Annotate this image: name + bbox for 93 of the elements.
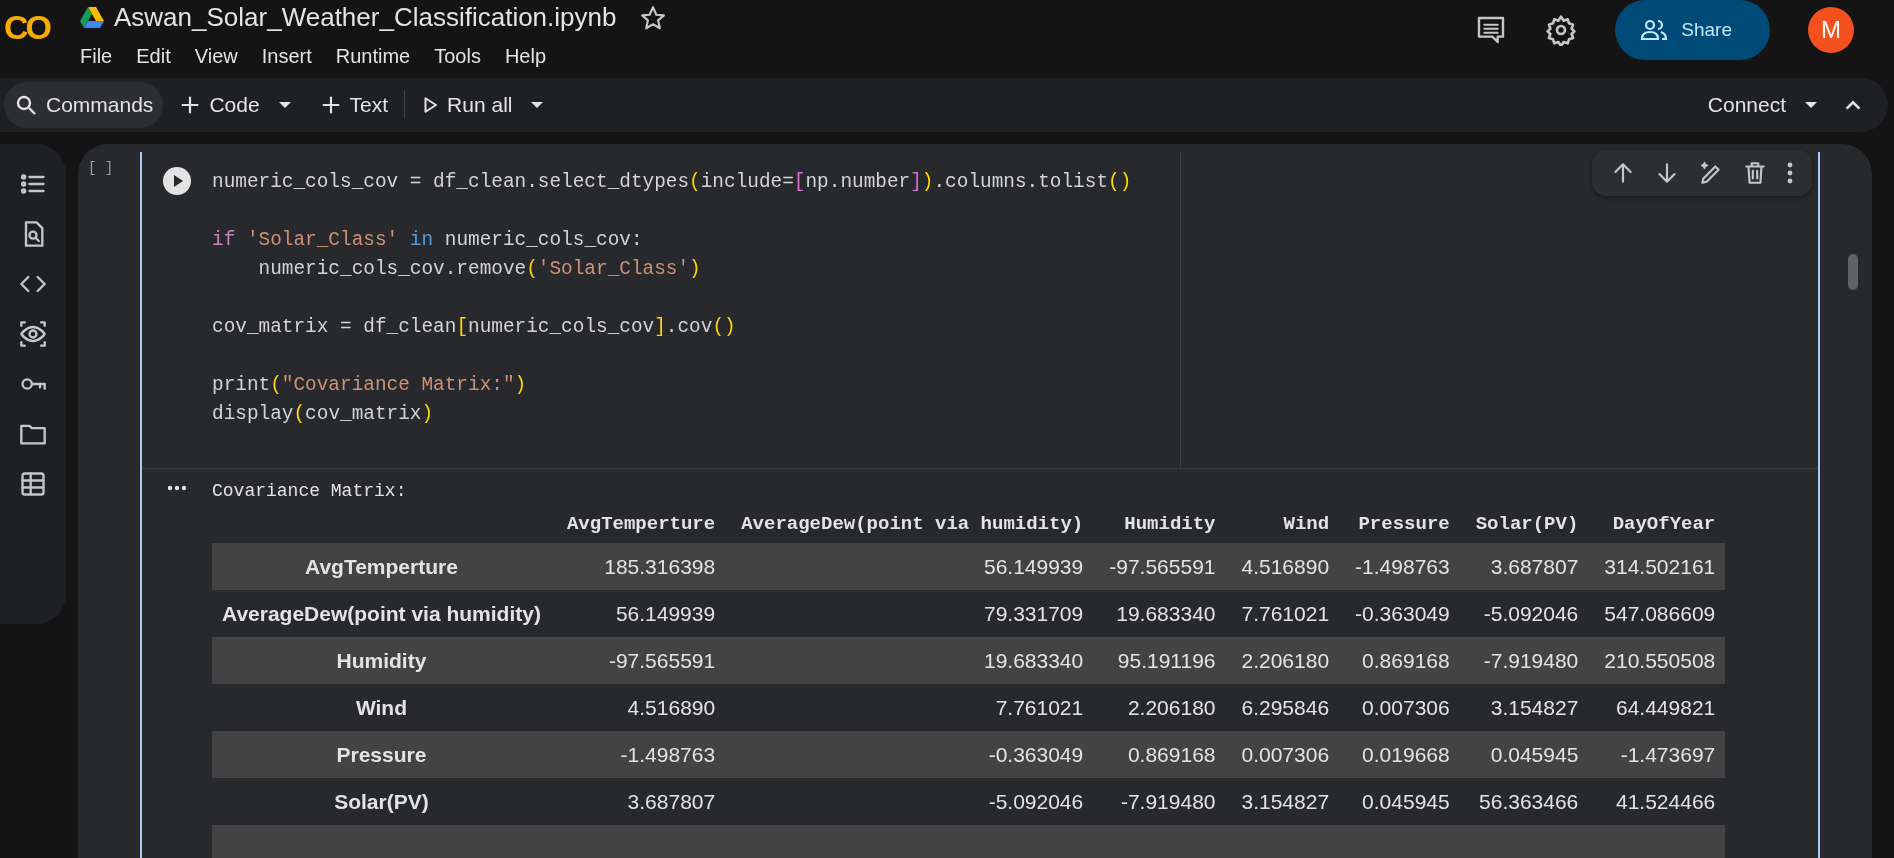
table-cell: -1.498763 bbox=[550, 731, 726, 778]
table-cell: -0.363049 bbox=[1339, 590, 1460, 637]
run-cell-button[interactable] bbox=[162, 166, 192, 196]
menu-item[interactable]: Edit bbox=[124, 43, 183, 70]
column-header: AvgTemperture bbox=[550, 509, 726, 543]
table-cell: 2.206180 bbox=[1093, 684, 1226, 731]
add-text-button[interactable]: Text bbox=[309, 82, 399, 128]
table-cell: -5.092046 bbox=[1459, 590, 1589, 637]
table-cell: 19.683340 bbox=[725, 637, 1094, 684]
connect-button[interactable]: Connect bbox=[1697, 82, 1796, 128]
table-icon[interactable] bbox=[19, 470, 47, 498]
table-cell: 7.761021 bbox=[725, 684, 1094, 731]
table-cell: 95.191196 bbox=[1093, 637, 1226, 684]
star-icon[interactable] bbox=[640, 4, 667, 31]
colab-logo[interactable]: CO bbox=[4, 8, 60, 47]
table-cell: 0.007306 bbox=[1225, 731, 1340, 778]
column-header: DayOfYear bbox=[1588, 509, 1726, 543]
column-header: Wind bbox=[1225, 509, 1340, 543]
table-cell: 0.045945 bbox=[1459, 731, 1589, 778]
row-header: AverageDew(point via humidity) bbox=[212, 590, 551, 637]
menu-item[interactable]: View bbox=[182, 43, 250, 70]
table-cell: 19.683340 bbox=[1093, 590, 1226, 637]
column-header: AverageDew(point via humidity) bbox=[725, 509, 1094, 543]
code-line: if 'Solar_Class' in numeric_cols_cov: bbox=[212, 228, 644, 253]
table-cell: -97.565591 bbox=[550, 637, 726, 684]
row-header: Pressure bbox=[212, 731, 551, 778]
table-cell: 3.687807 bbox=[1459, 543, 1589, 590]
table-cell: 0.019668 bbox=[1339, 731, 1460, 778]
table-cell: 210.550508 bbox=[1588, 637, 1726, 684]
table-cell: 7.761021 bbox=[1225, 590, 1340, 637]
table-cell: 4.516890 bbox=[550, 684, 726, 731]
menu-item[interactable]: Insert bbox=[249, 43, 324, 70]
column-header: Pressure bbox=[1339, 509, 1460, 543]
table-cell: 0.869168 bbox=[1093, 731, 1226, 778]
menu-item[interactable]: File bbox=[80, 43, 125, 70]
delete-icon[interactable] bbox=[1742, 160, 1768, 186]
settings-icon[interactable] bbox=[1545, 14, 1578, 46]
table-cell: 547.086609 bbox=[1588, 590, 1726, 637]
table-cell: 41.524466 bbox=[1588, 778, 1726, 825]
row-header: Wind bbox=[212, 684, 551, 731]
table-cell: 185.316398 bbox=[550, 543, 726, 590]
table-cell: -1.473697 bbox=[1588, 731, 1726, 778]
execution-count: [ ] bbox=[88, 160, 114, 176]
caret-icon[interactable] bbox=[277, 101, 292, 109]
table-cell: 79.331709 bbox=[725, 590, 1094, 637]
more-horizontal-icon[interactable] bbox=[167, 485, 187, 491]
table-cell: -5.092046 bbox=[725, 778, 1094, 825]
table-cell: 6.295846 bbox=[1225, 684, 1340, 731]
table-cell: 64.449821 bbox=[1588, 684, 1726, 731]
table-cell: 3.154827 bbox=[1225, 778, 1340, 825]
table-cell: -0.363049 bbox=[725, 731, 1094, 778]
table-cell: 0.007306 bbox=[1339, 684, 1460, 731]
table-cell: 56.149939 bbox=[725, 543, 1094, 590]
table-cell: 3.154827 bbox=[1459, 684, 1589, 731]
table-cell: 0.045945 bbox=[1339, 778, 1460, 825]
caret-icon[interactable] bbox=[1804, 101, 1818, 109]
row-header: Solar(PV) bbox=[212, 778, 551, 825]
column-header: Solar(PV) bbox=[1459, 509, 1589, 543]
table-cell: 2.206180 bbox=[1225, 637, 1340, 684]
output-text: Covariance Matrix: bbox=[212, 481, 408, 501]
table-cell: -97.565591 bbox=[1093, 543, 1226, 590]
table-cell: 56.363466 bbox=[1459, 778, 1589, 825]
eye-icon[interactable] bbox=[19, 320, 47, 348]
drive-icon bbox=[80, 6, 104, 29]
table-cell: 56.149939 bbox=[550, 590, 726, 637]
column-header: Humidity bbox=[1093, 509, 1226, 543]
menu-item[interactable]: Help bbox=[492, 43, 559, 70]
code-line: cov_matrix = df_clean[numeric_cols_cov].cov() bbox=[212, 315, 737, 340]
code-line: display(cov_matrix) bbox=[212, 402, 435, 427]
table-cell: -7.919480 bbox=[1459, 637, 1589, 684]
run-all-button[interactable]: Run all bbox=[411, 82, 523, 128]
table-cell: 314.502161 bbox=[1588, 543, 1726, 590]
commands-button[interactable]: Commands bbox=[4, 82, 164, 128]
row-header: AvgTemperture bbox=[212, 543, 551, 590]
share-button[interactable]: Share bbox=[1615, 0, 1770, 60]
menu-item[interactable]: Tools bbox=[422, 43, 493, 70]
menu-item[interactable]: Runtime bbox=[323, 43, 423, 70]
table-cell: -7.919480 bbox=[1093, 778, 1226, 825]
add-code-button[interactable]: Code bbox=[169, 82, 270, 128]
code-line: numeric_cols_cov.remove('Solar_Class') bbox=[257, 257, 702, 282]
search-icon bbox=[14, 93, 38, 117]
table-cell: -1.498763 bbox=[1339, 543, 1460, 590]
code-line: print("Covariance Matrix:") bbox=[212, 373, 528, 398]
more-vertical-icon[interactable] bbox=[1786, 162, 1794, 184]
row-header: Humidity bbox=[212, 637, 551, 684]
notebook-title[interactable]: Aswan_Solar_Weather_Classification.ipynb bbox=[114, 2, 617, 33]
scrollbar-thumb[interactable] bbox=[1848, 254, 1858, 290]
table-cell: 3.687807 bbox=[550, 778, 726, 825]
table-cell: 4.516890 bbox=[1225, 543, 1340, 590]
people-icon bbox=[1639, 18, 1670, 42]
code-line: numeric_cols_cov = df_clean.select_dtypes(include=[np.number]).columns.tolist() bbox=[212, 170, 1133, 195]
table-cell: 0.869168 bbox=[1339, 637, 1460, 684]
caret-icon[interactable] bbox=[530, 101, 545, 109]
